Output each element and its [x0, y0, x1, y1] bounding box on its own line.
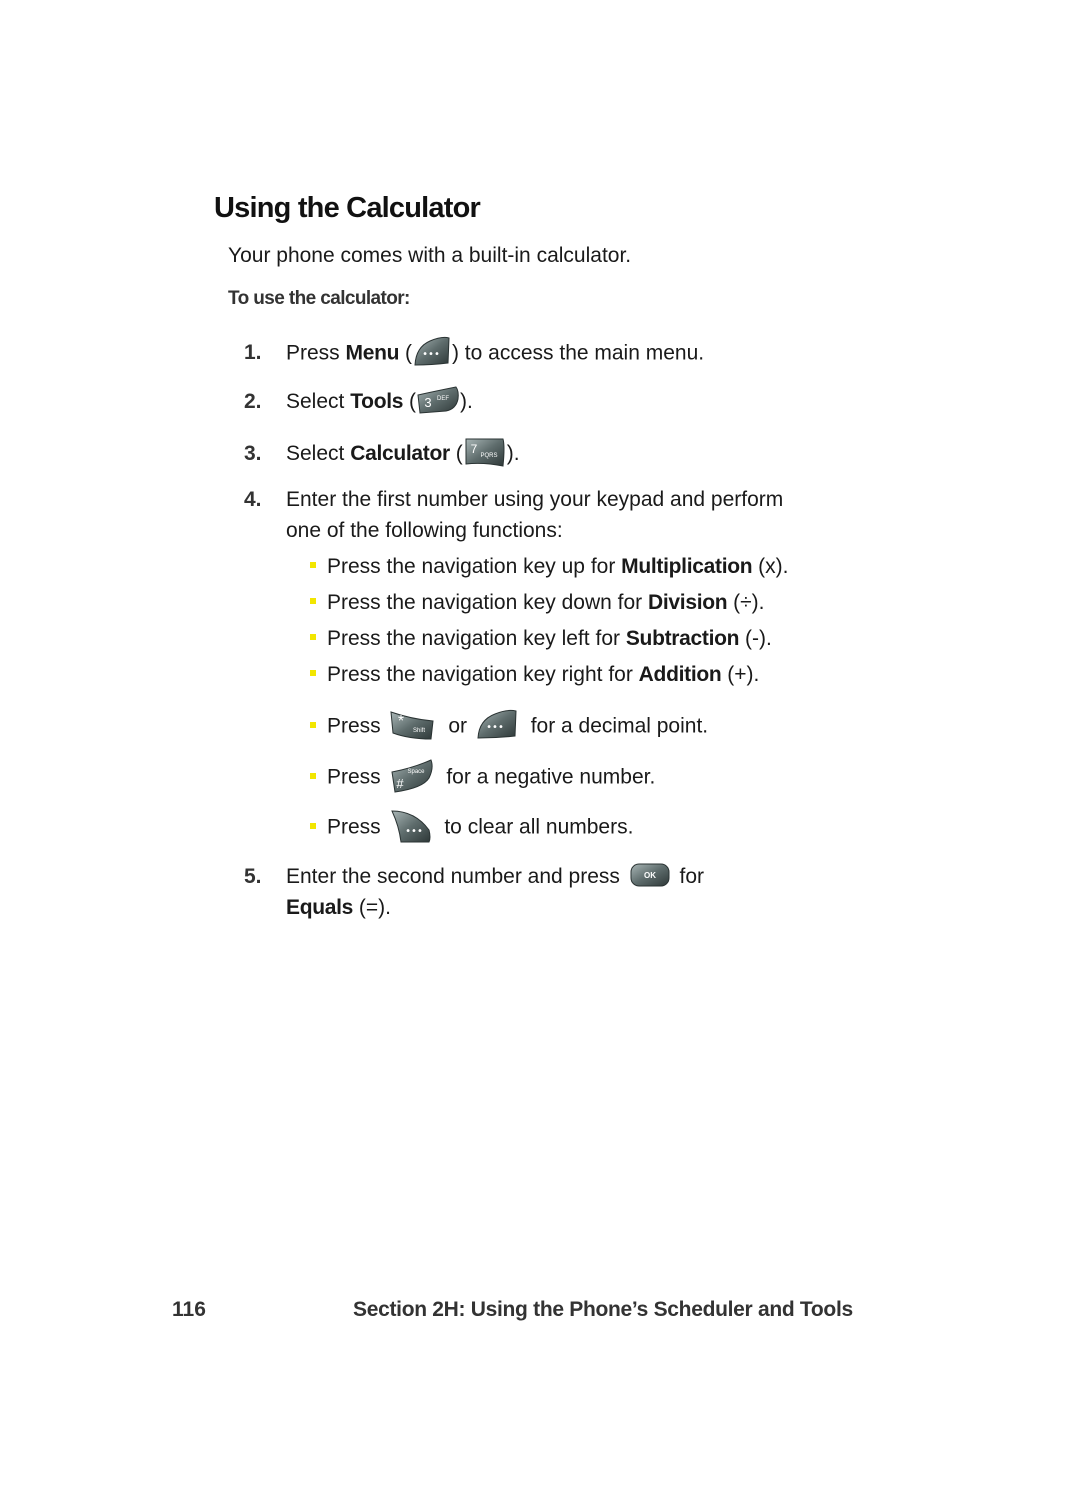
calculator-label: Calculator [350, 442, 450, 465]
operator-symbol: (÷). [727, 591, 765, 614]
paren: ( [399, 341, 412, 365]
bullet-marker [310, 823, 316, 829]
step-text-line-1: Enter the first number using your keypad… [286, 488, 784, 511]
bullet-text: Press the navigation key up for [327, 555, 622, 578]
operation-label: Multiplication [621, 555, 753, 578]
step-number: 2. [244, 390, 262, 413]
bullet-text-end: for a negative number. [440, 765, 656, 789]
operator-symbol: (+). [721, 663, 760, 686]
svg-text:•••: ••• [422, 349, 440, 360]
page-title: Using the Calculator [214, 192, 481, 224]
step-text: Enter the second number and press [286, 865, 626, 888]
step-text-line-2: one of the following functions: [286, 519, 563, 542]
bullet-clear-all: Press ••• to clear all numbers. [310, 810, 633, 846]
menu-softkey-icon: ••• [475, 708, 519, 742]
svg-text:3: 3 [424, 395, 431, 410]
bullet-division: Press the navigation key down for Divisi… [310, 588, 765, 618]
step-text: Press [286, 341, 346, 365]
bullet-text-end: for a decimal point. [524, 714, 709, 738]
bullet-text: Press [327, 765, 387, 789]
menu-softkey-icon: ••• [412, 335, 452, 369]
step-number: 1. [244, 341, 262, 364]
bullet-text: Press the navigation key right for [327, 663, 639, 686]
bullet-text: Press [327, 815, 387, 839]
svg-text:#: # [396, 776, 404, 791]
step-2: 2. Select Tools (3 DEF). [244, 386, 473, 417]
bullet-multiplication: Press the navigation key up for Multipli… [310, 552, 788, 582]
operation-label: Subtraction [625, 627, 740, 650]
bullet-marker [310, 670, 316, 677]
svg-text:DEF: DEF [437, 396, 449, 402]
svg-text:OK: OK [644, 871, 656, 880]
bullet-marker [310, 562, 316, 569]
tools-label: Tools [350, 390, 404, 413]
step-5: 5. Enter the second number and press OK f… [244, 861, 704, 923]
key-pound-space-icon: # Space [389, 758, 435, 794]
operator-symbol: (-). [739, 627, 772, 650]
svg-text:Space: Space [407, 769, 425, 775]
equals-label: Equals [286, 896, 354, 919]
bullet-text-end: to clear all numbers. [438, 815, 634, 839]
svg-text:7: 7 [470, 442, 477, 456]
step-text-end: ) to access the main menu. [451, 341, 705, 365]
bullet-addition: Press the navigation key right for Addit… [310, 660, 759, 690]
step-1: 1. Press Menu ( ••• ) to access the main me… [244, 335, 705, 371]
bullet-marker [310, 773, 316, 779]
bullet-marker [310, 598, 316, 605]
svg-text:Shift: Shift [413, 728, 425, 734]
bullet-marker [310, 634, 316, 641]
bullet-text: Press the navigation key down for [327, 591, 649, 614]
ok-key-icon: OK [630, 862, 670, 888]
operation-label: Addition [638, 663, 722, 686]
step-number: 4. [244, 488, 262, 511]
key-7-pqrs-icon: 7 PQRS [463, 436, 507, 468]
operator-symbol: (x). [752, 555, 789, 578]
operation-label: Division [648, 591, 728, 614]
paren: ( [449, 442, 463, 465]
bullet-decimal-point: Press * Shift or ••• for a decimal point. [310, 708, 709, 744]
step-4: 4. Enter the first number using your keyp… [244, 484, 783, 546]
bullet-negative-number: Press # Space for a negative number. [310, 758, 656, 796]
step-text: Select [286, 390, 351, 413]
equals-symbol: (=). [353, 896, 391, 919]
page-number: 116 [172, 1298, 206, 1321]
svg-text:PQRS: PQRS [480, 453, 497, 459]
step-text: Select [286, 442, 351, 465]
bullet-subtraction: Press the navigation key left for Subtra… [310, 624, 772, 654]
svg-text:•••: ••• [405, 826, 423, 837]
step-text-end: ). [459, 390, 473, 413]
bullet-marker [310, 722, 316, 728]
back-clear-key-icon: ••• [389, 808, 433, 844]
or-text: or [442, 714, 473, 738]
svg-text:*: * [397, 713, 403, 730]
paren: ( [403, 390, 416, 413]
step-text-end: ). [506, 442, 520, 465]
step-text-end: for [673, 865, 705, 888]
bullet-text: Press the navigation key left for [327, 627, 626, 650]
section-title: Section 2H: Using the Phone’s Scheduler … [353, 1298, 853, 1321]
key-3-def-icon: 3 DEF [416, 385, 460, 415]
step-number: 3. [244, 442, 262, 465]
procedure-heading: To use the calculator: [228, 288, 410, 309]
menu-label: Menu [345, 341, 400, 365]
bullet-text: Press [327, 714, 387, 738]
step-number: 5. [244, 865, 262, 888]
intro-text: Your phone comes with a built-in calcula… [228, 244, 632, 267]
step-3: 3. Select Calculator (7 PQRS). [244, 438, 520, 470]
svg-text:•••: ••• [486, 722, 504, 733]
key-star-shift-icon: * Shift [389, 709, 435, 741]
